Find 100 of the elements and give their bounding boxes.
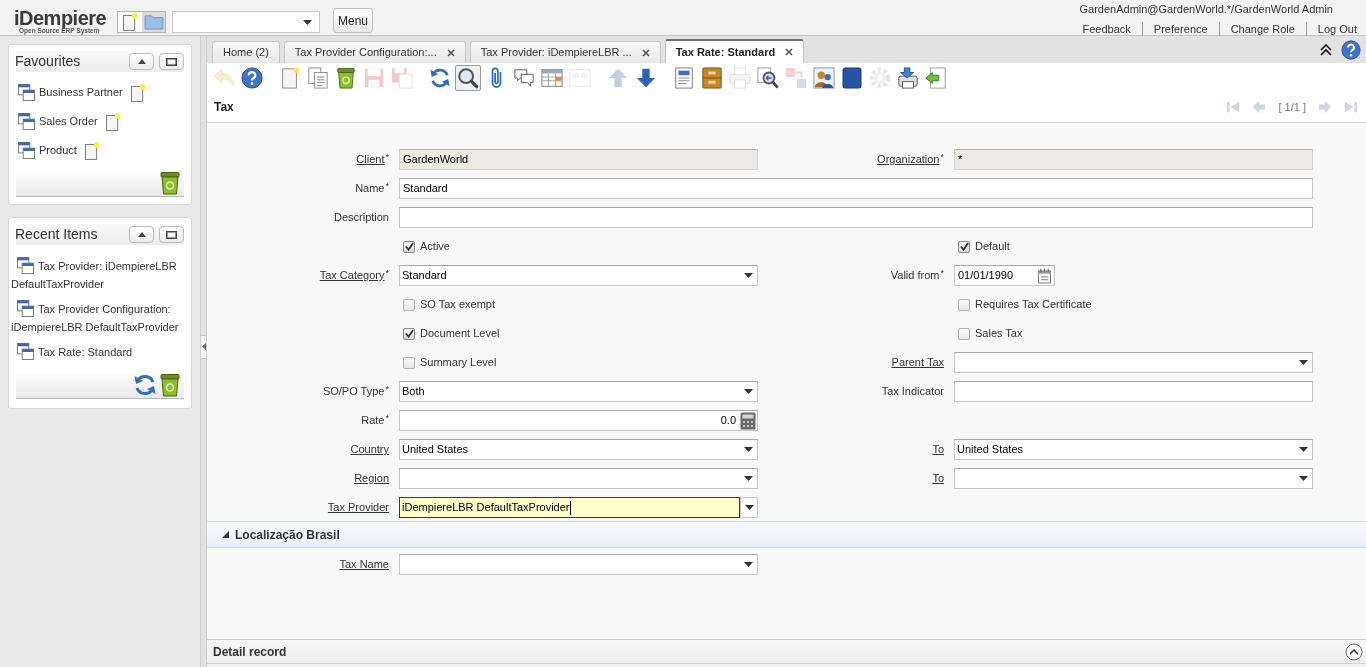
checkbox[interactable] <box>958 240 970 253</box>
field-link[interactable]: Region <box>354 472 389 485</box>
field-link[interactable]: Tax Name <box>339 558 389 571</box>
menu-button[interactable]: Menu <box>333 8 373 33</box>
new-window-button[interactable] <box>118 12 142 32</box>
select-field[interactable]: Standard <box>399 265 758 286</box>
select-field[interactable] <box>954 352 1313 373</box>
recent-item[interactable]: Tax Provider: iDempiereLBR DefaultTaxProvider <box>11 257 189 293</box>
select-field[interactable] <box>954 468 1313 489</box>
close-icon[interactable] <box>446 48 455 57</box>
text-field[interactable] <box>399 207 1313 228</box>
select-field[interactable] <box>399 468 758 489</box>
number-field[interactable]: 0.0 <box>399 410 758 431</box>
close-icon[interactable] <box>641 48 650 57</box>
field-link[interactable]: To <box>932 443 944 456</box>
square-icon <box>842 66 862 89</box>
checkbox[interactable] <box>403 356 415 369</box>
up-triangle-icon <box>137 232 146 237</box>
collapse-button[interactable] <box>129 53 154 70</box>
caret-icon <box>743 447 753 452</box>
help-button[interactable] <box>1341 39 1361 60</box>
refresh-icon <box>429 66 451 89</box>
tab[interactable]: Tax Rate: Standard <box>664 39 805 63</box>
section-header[interactable]: Localização Brasil <box>207 521 1366 548</box>
select-field[interactable] <box>399 554 758 575</box>
expanded-triangle-icon <box>222 531 229 538</box>
help-button[interactable] <box>239 64 265 91</box>
text-field[interactable] <box>954 381 1313 402</box>
trash-icon[interactable] <box>158 171 182 195</box>
select-field[interactable]: United States <box>399 439 758 460</box>
new-document-icon[interactable] <box>84 141 100 160</box>
rectangle-icon <box>166 57 177 66</box>
field-label: Tax Indicator <box>881 385 944 398</box>
help-icon <box>241 66 263 89</box>
paperclip-icon <box>490 66 502 89</box>
printer-icon <box>729 66 751 89</box>
info-button[interactable] <box>811 64 837 91</box>
header-link[interactable]: Feedback <box>1082 22 1131 36</box>
collapse-handle[interactable] <box>201 334 206 359</box>
calculator-icon[interactable] <box>740 411 756 430</box>
text-field[interactable]: Standard <box>399 178 1313 199</box>
caret-icon <box>743 476 753 481</box>
maximize-button[interactable] <box>159 53 184 70</box>
select-field[interactable]: Both <box>399 381 758 402</box>
checkbox[interactable] <box>958 298 970 311</box>
recent-item[interactable]: Tax Rate: Standard <box>11 343 189 361</box>
floppy-disk-page-icon <box>391 66 413 89</box>
required-mark: * <box>385 414 389 423</box>
skip-back-icon <box>1226 100 1241 114</box>
field-link[interactable]: Country <box>350 443 389 456</box>
collapse-all-button[interactable] <box>1320 43 1332 56</box>
header-link[interactable]: Preference <box>1153 22 1208 36</box>
folder-icon <box>143 14 164 30</box>
expand-button[interactable] <box>1345 642 1363 661</box>
checkbox[interactable] <box>958 327 970 340</box>
checkbox[interactable] <box>403 327 415 340</box>
maximize-button[interactable] <box>159 226 184 243</box>
squares-icon <box>785 66 807 89</box>
close-icon[interactable] <box>785 48 794 56</box>
field-link[interactable]: To <box>932 472 944 485</box>
import-button[interactable] <box>923 64 949 91</box>
zoom-across-button[interactable] <box>755 64 781 91</box>
new-document-icon[interactable] <box>105 112 121 131</box>
tab[interactable]: Home (2) <box>212 41 280 63</box>
export-button[interactable] <box>895 64 921 91</box>
find-button[interactable] <box>455 64 481 91</box>
favourite-item[interactable]: Business Partner <box>18 84 123 101</box>
field-link[interactable]: Organization <box>877 153 940 166</box>
field-link[interactable]: Tax Provider <box>327 501 389 514</box>
header-link[interactable]: Change Role <box>1230 22 1295 36</box>
select-field[interactable]: United States <box>954 439 1313 460</box>
field-link[interactable]: Client <box>356 153 385 166</box>
header-link[interactable]: Log Out <box>1317 22 1357 36</box>
date-field[interactable]: 01/01/1990 <box>954 265 1055 286</box>
trash-icon[interactable] <box>158 373 182 397</box>
copy-record-button[interactable] <box>305 64 331 91</box>
checkbox[interactable] <box>403 298 415 311</box>
checkmark-icon <box>404 242 414 251</box>
checkbox-label: Document Level <box>420 326 500 342</box>
favourite-item[interactable]: Sales Order <box>18 113 98 130</box>
recent-item[interactable]: Tax Provider Configuration: iDempiereLBR DefaultTaxProvider <box>11 300 189 336</box>
favourite-item[interactable]: Product <box>18 142 77 159</box>
text-field[interactable]: GardenWorld <box>399 149 758 170</box>
tab[interactable]: Tax Provider: iDempiereLBR ... <box>469 41 661 63</box>
tab[interactable]: Tax Provider Configuration:... <box>283 41 466 63</box>
field-link[interactable]: Parent Tax <box>891 356 944 369</box>
calendar-icon[interactable] <box>1038 267 1051 284</box>
checkbox[interactable] <box>403 240 415 253</box>
panel-title: Favourites <box>15 52 81 71</box>
left-triangle-icon <box>201 343 206 350</box>
workflow-button[interactable] <box>839 64 865 91</box>
field-link[interactable]: Tax Category <box>319 269 385 282</box>
chevron-up-circle-icon <box>1345 642 1363 661</box>
archive-button[interactable] <box>699 64 725 91</box>
required-mark: * <box>385 153 389 162</box>
collapse-button[interactable] <box>129 226 154 243</box>
required-mark: * <box>940 269 944 278</box>
new-document-icon[interactable] <box>130 83 146 102</box>
refresh-icon[interactable] <box>133 373 157 397</box>
text-field[interactable]: * <box>954 149 1313 170</box>
